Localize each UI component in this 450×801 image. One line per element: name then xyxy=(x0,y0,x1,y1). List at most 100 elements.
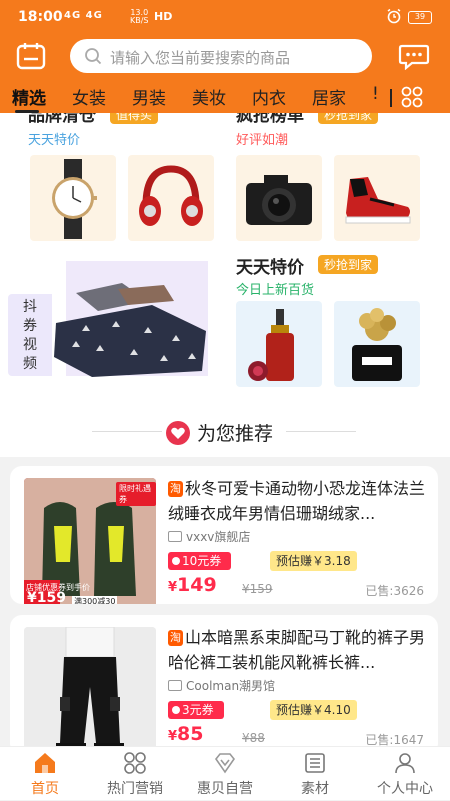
status-time: 18:00 xyxy=(18,9,63,25)
network-indicator: 4G 4G xyxy=(64,10,103,21)
diamond-icon xyxy=(215,753,235,774)
search-placeholder: 请输入您当前要搜索的商品 xyxy=(110,49,291,67)
product-title-text: 山本暗黑系束脚配马丁靴的裤子男哈伦裤工装机能风靴裤长裤... xyxy=(168,628,426,672)
nav-materials-label: 素材 xyxy=(301,781,329,797)
nav-materials[interactable]: 素材 xyxy=(270,747,360,801)
section-badge-fengqiang: 秒抢到家 xyxy=(318,113,379,124)
product-thumb-camera[interactable] xyxy=(236,155,322,241)
tab-meizhuang[interactable]: 美妆 xyxy=(192,84,226,109)
product-card[interactable]: 店铺优惠券到手价 ¥159 满300减30 限时礼遇券 淘秋冬可爱卡通动物小恐龙… xyxy=(10,466,438,604)
douquan-char-2: 券 xyxy=(23,318,37,334)
nav-hot-marketing-label: 热门营销 xyxy=(107,781,163,797)
tab-nvzhuang[interactable]: 女装 xyxy=(72,84,106,109)
estimated-earning: 预估赚￥3.18 xyxy=(270,551,357,571)
bedding-image[interactable] xyxy=(52,271,208,381)
search-icon xyxy=(85,48,102,65)
tab-neiyi[interactable]: 内衣 xyxy=(252,84,286,109)
section-title-pinpai: 品牌清仓 xyxy=(28,113,96,126)
network-speed: 13.0 KB/S xyxy=(130,9,149,25)
tab-nanzhuang[interactable]: 男装 xyxy=(132,84,166,109)
image-price: ¥159 xyxy=(27,590,66,604)
shop-name-text: Coolman潮男馆 xyxy=(186,679,276,693)
douquan-video-label[interactable]: 抖 券 视 频 xyxy=(8,294,52,376)
battery-indicator: 39 xyxy=(408,11,432,24)
taobao-tag: 淘 xyxy=(168,630,183,646)
estimated-earning: 预估赚￥4.10 xyxy=(270,700,357,720)
coupon-badge[interactable]: 3元券 xyxy=(168,701,224,719)
nav-self-operated-label: 惠贝自营 xyxy=(197,781,253,797)
product-thumb-watch[interactable] xyxy=(30,155,116,241)
product-image[interactable]: 店铺优惠券到手价 ¥159 满300减30 限时礼遇券 xyxy=(24,478,156,604)
recommend-header: 为您推荐 xyxy=(0,415,450,447)
search-bar[interactable]: 请输入您当前要搜索的商品 xyxy=(70,39,372,73)
price-symbol: ¥ xyxy=(168,580,178,595)
category-tabs: 精选 女装 男装 美妆 内衣 居家 ! xyxy=(0,82,450,113)
tab-partial[interactable]: ! xyxy=(372,84,379,104)
grid-icon xyxy=(124,752,146,774)
taobao-tag: 淘 xyxy=(168,481,183,497)
recommend-title: 为您推荐 xyxy=(197,423,274,445)
heart-icon xyxy=(166,421,190,445)
speed-unit: KB/S xyxy=(130,16,149,25)
nav-hot-marketing[interactable]: 热门营销 xyxy=(90,747,180,801)
home-icon xyxy=(35,753,55,773)
section-title-tiantian: 天天特价 xyxy=(236,258,304,278)
product-title[interactable]: 淘山本暗黑系束脚配马丁靴的裤子男哈伦裤工装机能风靴裤长裤... xyxy=(168,625,430,675)
shop-name[interactable]: Coolman潮男馆 xyxy=(168,677,275,694)
shop-name-text: vxxv旗舰店 xyxy=(186,530,251,544)
bottom-nav: 首页 热门营销 惠贝自营 素材 个人中心 xyxy=(0,746,450,800)
image-badge: 限时礼遇券 xyxy=(116,482,156,506)
shop-icon xyxy=(168,531,182,542)
original-price: ¥88 xyxy=(242,731,265,745)
recommend-line-left xyxy=(92,431,162,432)
tab-jujia[interactable]: 居家 xyxy=(312,84,346,109)
product-price: ¥149 xyxy=(168,574,217,596)
perfume-image xyxy=(352,308,402,381)
price-value: 85 xyxy=(177,723,204,745)
product-thumb-headphones[interactable] xyxy=(128,155,214,241)
product-title[interactable]: 淘秋冬可爱卡通动物小恐龙连体法兰绒睡衣成年男情侣珊瑚绒家... xyxy=(168,476,430,526)
price-symbol: ¥ xyxy=(168,729,178,744)
section-title-fengqiang: 疯抢榜单 xyxy=(236,113,304,126)
watch-image xyxy=(52,159,97,239)
list-icon xyxy=(305,753,325,773)
category-grid-icon[interactable] xyxy=(401,86,423,108)
hd-indicator: HD xyxy=(154,10,173,23)
product-price: ¥85 xyxy=(168,723,204,745)
product-thumb-serum[interactable] xyxy=(236,301,322,387)
calendar-icon[interactable] xyxy=(16,42,46,70)
headphones-image xyxy=(139,165,203,226)
shop-name[interactable]: vxxv旗舰店 xyxy=(168,528,250,545)
message-icon[interactable] xyxy=(398,42,430,70)
nav-profile-label: 个人中心 xyxy=(377,781,433,797)
section-badge-tiantian: 秒抢到家 xyxy=(318,255,379,274)
sneaker-image xyxy=(345,177,411,224)
status-bar: 18:00 4G 4G 13.0 KB/S HD 39 xyxy=(0,0,450,34)
coupon-badge[interactable]: 10元券 xyxy=(168,552,232,570)
nav-self-operated[interactable]: 惠贝自营 xyxy=(180,747,270,801)
price-value: 149 xyxy=(177,574,217,596)
douquan-char-3: 视 xyxy=(23,337,37,353)
product-title-text: 秋冬可爱卡通动物小恐龙连体法兰绒睡衣成年男情侣珊瑚绒家... xyxy=(168,479,426,523)
sold-count: 已售:1647 xyxy=(365,733,424,746)
product-image[interactable] xyxy=(24,627,156,746)
person-icon xyxy=(395,753,415,774)
douquan-char-4: 频 xyxy=(23,356,37,372)
alarm-icon xyxy=(387,8,401,24)
tab-divider xyxy=(390,89,392,107)
cargo-pants-image xyxy=(24,627,156,746)
section-subtitle-pinpai: 天天特价 xyxy=(28,133,81,148)
product-thumb-perfume[interactable] xyxy=(334,301,420,387)
camera-image xyxy=(246,175,312,225)
section-subtitle-tiantian: 今日上新百货 xyxy=(236,283,315,298)
original-price: ¥159 xyxy=(242,582,273,596)
section-badge-pinpai: 值得买 xyxy=(110,113,159,124)
serum-image xyxy=(248,309,294,381)
nav-profile[interactable]: 个人中心 xyxy=(360,747,450,801)
shop-icon xyxy=(168,680,182,691)
product-thumb-sneakers[interactable] xyxy=(334,155,420,241)
nav-home[interactable]: 首页 xyxy=(0,747,90,801)
product-card[interactable]: 淘山本暗黑系束脚配马丁靴的裤子男哈伦裤工装机能风靴裤长裤... Coolman潮… xyxy=(10,615,438,746)
nav-home-label: 首页 xyxy=(31,781,59,797)
tab-jingxuan[interactable]: 精选 xyxy=(12,84,46,109)
